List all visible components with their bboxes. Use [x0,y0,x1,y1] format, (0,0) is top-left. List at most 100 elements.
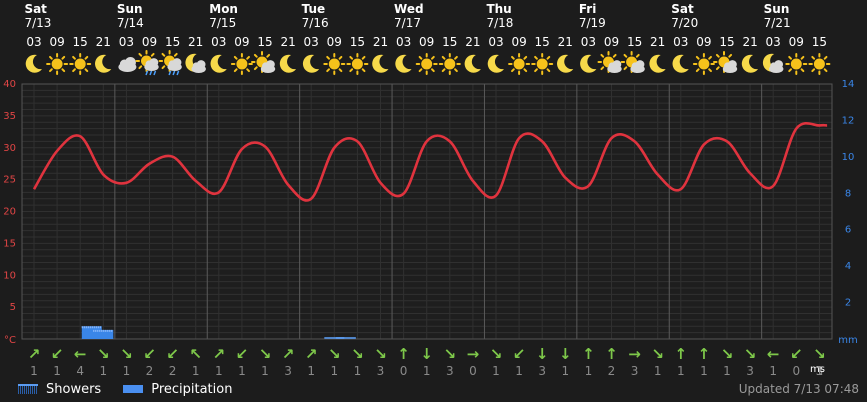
day-label: Tue [302,2,326,16]
day-label: Sat [24,2,47,16]
wind-speed: 1 [30,364,38,378]
wind-speed: 1 [515,364,523,378]
precip-axis-tick: 14 [842,79,855,90]
temp-axis-tick: 30 [3,143,16,154]
wind-direction-icon: ↘ [744,345,757,363]
temp-axis-tick: 5 [10,302,16,313]
wind-direction-icon: ↘ [721,345,734,363]
showers-swatch [18,384,38,394]
sun-cloud-icon [251,51,276,73]
wind-speed: 1 [192,364,200,378]
wind-direction-icon: ↗ [28,345,41,363]
wind-direction-icon: ↘ [444,345,457,363]
sun-cloud-icon [620,51,645,73]
temp-axis-tick: 20 [3,207,16,218]
hour-label: 21 [373,35,388,49]
sun-cloud-icon [597,51,622,73]
hour-label: 21 [650,35,665,49]
legend: Showers Precipitation [18,380,244,398]
wind-speed: 3 [631,364,639,378]
wind-direction-icon: ↘ [351,345,364,363]
hour-label: 15 [257,35,272,49]
sun-icon [508,53,531,75]
wind-speed: 1 [654,364,662,378]
hour-label: 21 [280,35,295,49]
wind-speed: 1 [53,364,61,378]
legend-precipitation-label: Precipitation [151,381,233,397]
wind-speed: 1 [723,364,731,378]
hour-label: 09 [327,35,342,49]
hour-label: 03 [673,35,688,49]
wind-direction-icon: ↑ [605,345,618,363]
wind-speed: 1 [215,364,223,378]
hour-label: 09 [234,35,249,49]
hour-label: 03 [581,35,596,49]
wind-direction-icon: ↘ [120,345,133,363]
weather-chart: Sat7/1303 09 15 21Sun7/1403 09 15 21Mon7/1503 0… [3,2,857,378]
hour-label: 21 [96,35,111,49]
hour-label: 15 [719,35,734,49]
wind-speed: 0 [792,364,800,378]
sun-icon [46,53,69,75]
wind-direction-icon: ← [74,345,87,363]
precip-axis-tick: 10 [842,152,855,163]
hour-label: 09 [511,35,526,49]
date-label: 7/20 [671,16,698,30]
moon-icon [649,54,666,73]
wind-direction-icon: ↘ [374,345,387,363]
wind-direction-icon: ↓ [559,345,572,363]
wind-speed: 1 [585,364,593,378]
wind-speed: 1 [492,364,500,378]
hour-label: 03 [488,35,503,49]
moon-icon [580,54,597,73]
day-label: Sat [671,2,694,16]
sun-icon [785,53,808,75]
hour-label: 09 [789,35,804,49]
day-label: Thu [486,2,511,16]
day-label: Sun [117,2,143,16]
wind-direction-icon: ↓ [536,345,549,363]
sun-icon [323,53,346,75]
sun-icon [69,53,92,75]
hour-label: 21 [558,35,573,49]
showers-bar [335,337,356,339]
hour-label: 15 [442,35,457,49]
hour-label: 03 [396,35,411,49]
hour-label: 03 [211,35,226,49]
hour-label: 21 [465,35,480,49]
legend-showers[interactable]: Showers [18,382,101,397]
wind-speed: 3 [538,364,546,378]
hour-label: 03 [304,35,319,49]
date-label: 7/13 [24,16,51,30]
wind-direction-icon: → [628,345,641,363]
precip-axis-tick: 4 [845,261,851,272]
hour-label: 03 [766,35,781,49]
moon-icon [741,54,759,73]
sun-icon [438,53,461,75]
wind-unit: ms [810,364,825,375]
sun-cloud-rain-icon [158,50,182,76]
wind-speed: 3 [377,364,385,378]
moon-icon [279,54,297,73]
cloudy-icon [118,57,137,72]
sun-icon [415,53,438,75]
day-label: Fri [579,2,596,16]
wind-direction-icon: ↙ [166,345,179,363]
wind-direction-icon: ↙ [236,345,249,363]
hour-label: 15 [812,35,827,49]
legend-precipitation[interactable]: Precipitation [123,382,232,397]
wind-direction-icon: ↘ [651,345,664,363]
wind-direction-icon: ↗ [282,345,295,363]
hour-label: 03 [119,35,134,49]
wind-speed: 3 [446,364,454,378]
moon-icon [672,54,689,73]
wind-speed: 0 [469,364,477,378]
temp-axis-tick: 25 [3,175,16,186]
wind-direction-icon: ↙ [513,345,526,363]
sun-icon [531,53,554,75]
hour-label: 21 [742,35,757,49]
wind-speed: 1 [123,364,131,378]
temp-axis-tick: 15 [3,238,16,249]
sun-icon [346,53,369,75]
wind-speed: 1 [423,364,431,378]
